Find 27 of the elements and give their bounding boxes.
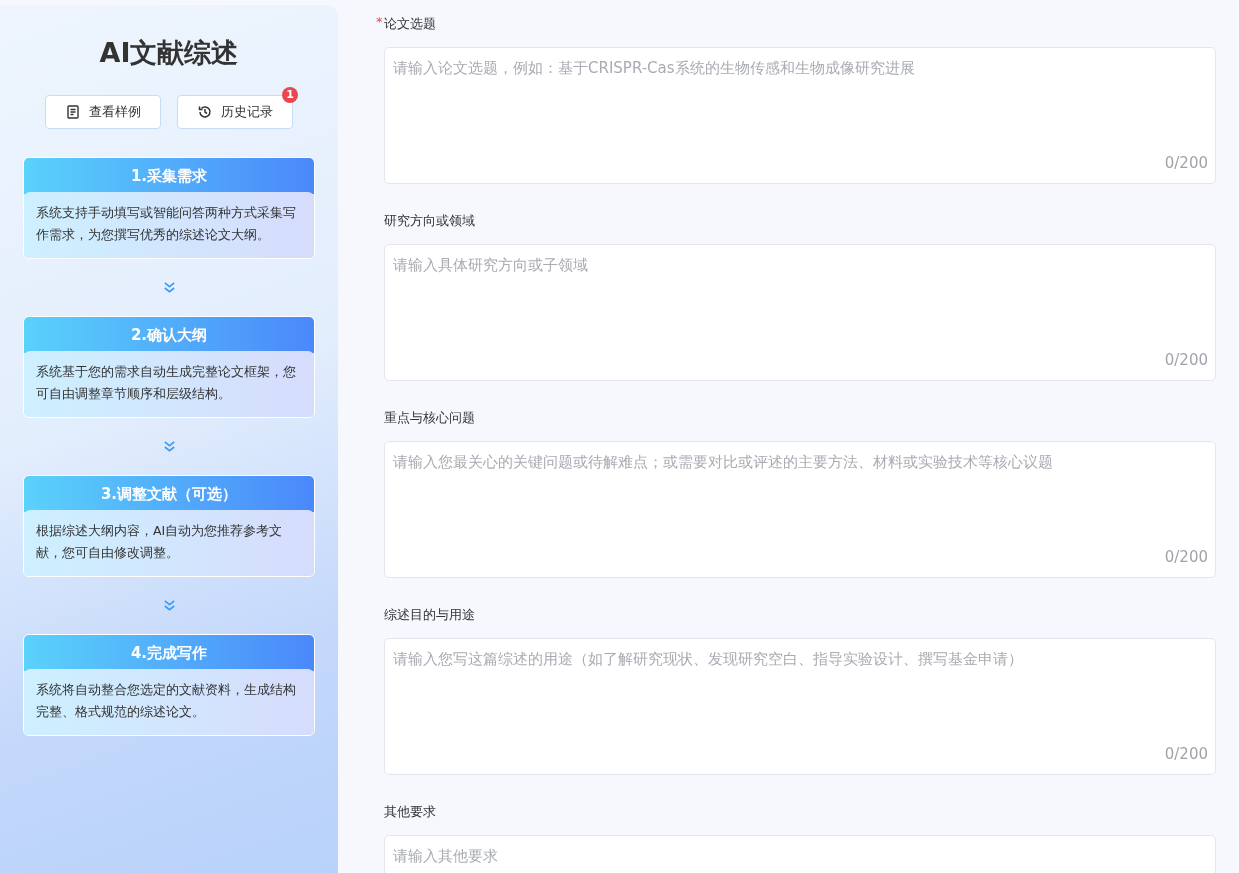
required-mark: * [376,15,383,29]
step-description: 系统将自动整合您选定的文献资料，生成结构完整、格式规范的综述论文。 [24,669,314,735]
character-counter: 0/200 [1164,351,1208,369]
step-title: 4.完成写作 [24,635,314,671]
character-counter: 0/200 [1164,548,1208,566]
field-label: 论文选题 [383,15,436,33]
document-icon [65,104,81,120]
text-area[interactable]: 请输入其他要求 [384,835,1216,873]
step-description: 系统基于您的需求自动生成完整论文框架，您可自由调整章节顺序和层级结构。 [24,351,314,417]
character-counter: 0/200 [1164,154,1208,172]
character-counter: 0/200 [1164,745,1208,763]
step-title: 3.调整文献（可选） [24,476,314,512]
field-label: 研究方向或领域 [384,212,475,230]
field-label: 综述目的与用途 [384,606,475,624]
step-description: 系统支持手动填写或智能问答两种方式采集写作需求，为您撰写优秀的综述论文大纲。 [24,192,314,258]
double-chevron-icon [161,280,177,295]
field-label: 重点与核心问题 [384,409,475,427]
step-title: 1.采集需求 [24,158,314,194]
app-title: AI文献综述 [99,36,239,70]
double-chevron-icon [161,439,177,454]
step-description: 根据综述大纲内容，AI自动为您推荐参考文献，您可自由修改调整。 [24,510,314,576]
toolbar-button[interactable]: 查看样例 [45,95,161,129]
step-title: 2.确认大纲 [24,317,314,353]
double-chevron-icon [161,598,177,613]
count-badge: 1 [282,87,298,103]
history-icon [197,104,213,120]
field-label: 其他要求 [384,803,436,821]
